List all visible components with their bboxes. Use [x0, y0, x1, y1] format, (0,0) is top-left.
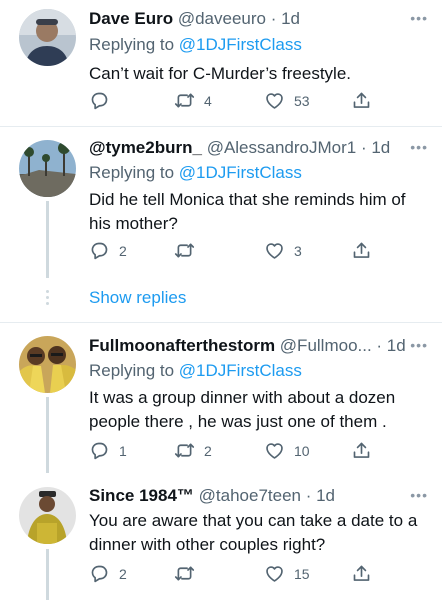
share-icon	[351, 90, 372, 111]
avatar-dave-euro[interactable]	[19, 9, 76, 66]
tweet-time[interactable]: · 1d	[306, 486, 335, 505]
more-options-icon[interactable]: •••	[410, 140, 428, 154]
replying-to-mention[interactable]: @1DJFirstClass	[179, 163, 302, 182]
like-count: 53	[294, 92, 310, 109]
retweet-icon	[174, 90, 195, 111]
retweet-button[interactable]: 4	[174, 90, 212, 111]
tweet-time[interactable]: · 1d	[271, 9, 300, 28]
share-button[interactable]	[351, 563, 372, 584]
replying-to-mention[interactable]: @1DJFirstClass	[179, 361, 302, 380]
more-options-icon[interactable]: •••	[410, 11, 428, 25]
share-icon	[351, 240, 372, 261]
avatar-tyme2burn[interactable]	[19, 140, 76, 197]
retweet-icon	[174, 240, 195, 261]
author-name[interactable]: Fullmoonafterthestorm	[89, 336, 275, 355]
thread-line	[46, 397, 49, 473]
reply-icon	[89, 440, 110, 461]
replying-to: Replying to @1DJFirstClass	[89, 162, 302, 184]
retweet-button[interactable]	[174, 563, 204, 584]
reply-count: 1	[119, 442, 127, 459]
replying-to-mention[interactable]: @1DJFirstClass	[179, 35, 302, 54]
tweet-1[interactable]: Dave Euro @daveeuro · 1d ••• Replying to…	[0, 0, 442, 126]
author-handle[interactable]: @AlessandroJMor1	[207, 138, 357, 157]
reply-icon	[89, 240, 110, 261]
reply-icon	[89, 90, 110, 111]
retweet-button[interactable]	[174, 240, 204, 261]
retweet-button[interactable]: 2	[174, 440, 212, 461]
reply-count: 2	[119, 242, 127, 259]
like-button[interactable]: 3	[264, 240, 302, 261]
reply-button[interactable]: 2	[89, 240, 127, 261]
tweet-actions: 2 3	[89, 240, 379, 262]
replying-to-label: Replying to	[89, 163, 175, 182]
reply-icon	[89, 563, 110, 584]
heart-icon	[264, 240, 285, 261]
tweet-actions: 1 2 10	[89, 440, 379, 462]
like-count: 15	[294, 565, 310, 582]
more-options-icon[interactable]: •••	[410, 338, 428, 352]
retweet-count: 2	[204, 442, 212, 459]
retweet-icon	[174, 563, 195, 584]
heart-icon	[264, 563, 285, 584]
author-handle[interactable]: @tahoe7teen	[199, 486, 301, 505]
tweet-4[interactable]: Since 1984™ @tahoe7teen · 1d ••• You are…	[0, 473, 442, 600]
reply-button[interactable]: 1	[89, 440, 127, 461]
retweet-count: 4	[204, 92, 212, 109]
avatar-fullmoon[interactable]	[19, 336, 76, 393]
author-name[interactable]: @tyme2burn_	[89, 138, 202, 157]
retweet-icon	[174, 440, 195, 461]
author-name[interactable]: Since 1984™	[89, 486, 194, 505]
replying-to-label: Replying to	[89, 35, 175, 54]
tweet-2[interactable]: @tyme2burn_ @AlessandroJMor1 · 1d ••• Re…	[0, 127, 442, 278]
reply-count: 2	[119, 565, 127, 582]
tweet-text: It was a group dinner with about a dozen…	[89, 388, 396, 431]
tweet-text: You are aware that you can take a date t…	[89, 511, 418, 554]
more-options-icon[interactable]: •••	[410, 488, 428, 502]
share-button[interactable]	[351, 240, 372, 261]
author-handle[interactable]: @daveeuro	[178, 9, 266, 28]
like-button[interactable]: 10	[264, 440, 310, 461]
avatar-since1984[interactable]	[19, 487, 76, 544]
reply-button[interactable]	[89, 90, 119, 111]
thread-line	[46, 201, 49, 278]
share-button[interactable]	[351, 90, 372, 111]
tweet-header: @tyme2burn_ @AlessandroJMor1 · 1d	[89, 137, 408, 159]
tweet-actions: 4 53	[89, 90, 379, 112]
replying-to: Replying to @1DJFirstClass	[89, 360, 302, 382]
tweet-time[interactable]: · 1d	[376, 336, 405, 355]
tweet-text: Did he tell Monica that she reminds him …	[89, 190, 406, 233]
share-icon	[351, 563, 372, 584]
thread-dots	[46, 290, 49, 308]
replying-to: Replying to @1DJFirstClass	[89, 34, 302, 56]
like-count: 10	[294, 442, 310, 459]
show-replies-link[interactable]: Show replies	[89, 288, 186, 308]
author-handle[interactable]: @Fullmoo...	[280, 336, 372, 355]
replying-to-label: Replying to	[89, 361, 175, 380]
like-count: 3	[294, 242, 302, 259]
show-replies-row[interactable]: Show replies	[0, 278, 442, 318]
thread-line	[46, 549, 49, 600]
author-name[interactable]: Dave Euro	[89, 9, 173, 28]
tweet-actions: 2 15	[89, 563, 379, 585]
reply-button[interactable]: 2	[89, 563, 127, 584]
heart-icon	[264, 90, 285, 111]
like-button[interactable]: 15	[264, 563, 310, 584]
tweet-header: Since 1984™ @tahoe7teen · 1d	[89, 485, 408, 507]
tweet-header: Dave Euro @daveeuro · 1d	[89, 8, 408, 30]
tweet-time[interactable]: · 1d	[361, 138, 390, 157]
like-button[interactable]: 53	[264, 90, 310, 111]
share-button[interactable]	[351, 440, 372, 461]
tweet-text: Can’t wait for C-Murder’s freestyle.	[89, 64, 352, 83]
share-icon	[351, 440, 372, 461]
tweet-header: Fullmoonafterthestorm @Fullmoo... · 1d	[89, 335, 408, 357]
tweet-3[interactable]: Fullmoonafterthestorm @Fullmoo... · 1d •…	[0, 323, 442, 473]
heart-icon	[264, 440, 285, 461]
